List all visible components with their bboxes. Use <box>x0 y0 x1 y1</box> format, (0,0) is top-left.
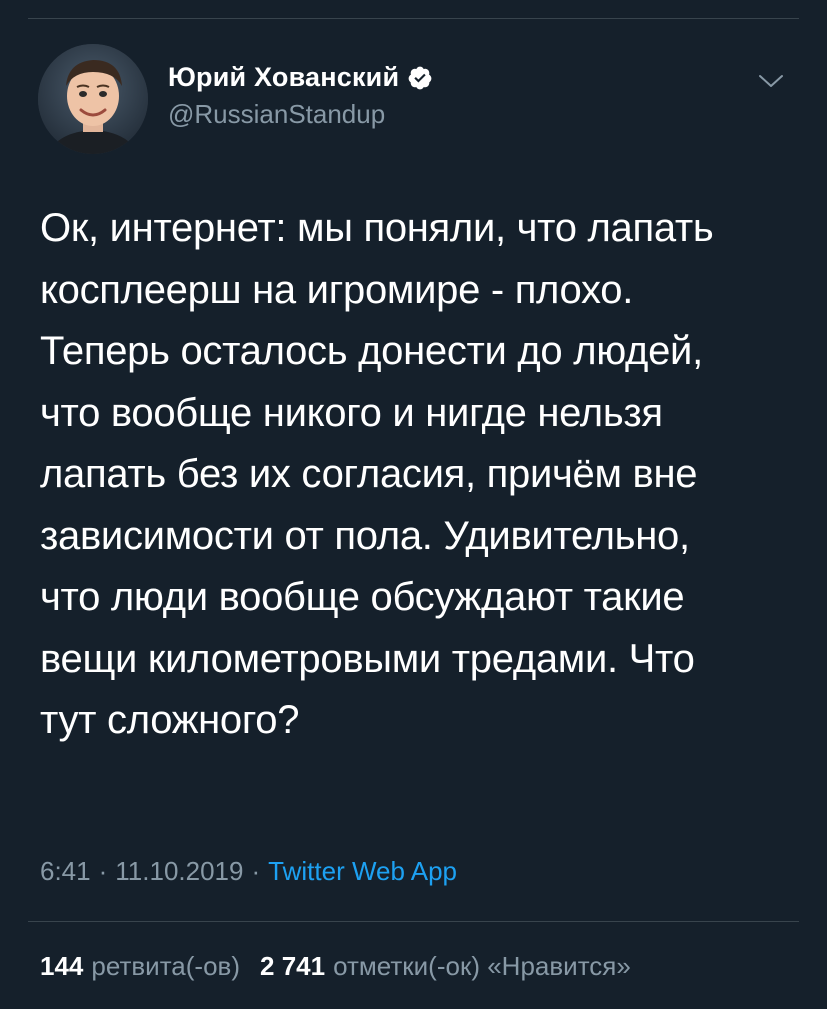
display-name[interactable]: Юрий Хованский <box>168 62 399 93</box>
tweet-text: Ок, интернет: мы поняли, что лапать косп… <box>40 206 714 742</box>
chevron-down-icon[interactable] <box>757 72 785 90</box>
tweet-time[interactable]: 6:41 <box>40 856 91 887</box>
tweet-date[interactable]: 11.10.2019 <box>115 856 243 887</box>
meta-separator: · <box>98 856 108 886</box>
tweet-header: Юрий Хованский @RussianStandup <box>38 44 789 154</box>
name-row: Юрий Хованский <box>168 62 433 93</box>
retweet-count[interactable]: 144 <box>40 951 83 982</box>
avatar-image <box>38 44 148 154</box>
user-handle[interactable]: @RussianStandup <box>168 99 433 130</box>
avatar[interactable] <box>38 44 148 154</box>
top-divider <box>28 18 799 19</box>
meta-separator: · <box>251 856 261 886</box>
author-info: Юрий Хованский @RussianStandup <box>168 62 433 130</box>
stats-divider <box>28 921 799 922</box>
tweet-meta: 6:41 · 11.10.2019 · Twitter Web App <box>40 856 457 887</box>
tweet-stats: 144 ретвита(-ов) 2 741 отметки(-ок) «Нра… <box>40 951 631 982</box>
like-label[interactable]: отметки(-ок) «Нравится» <box>333 951 631 982</box>
verified-badge-icon <box>407 65 433 91</box>
retweet-label[interactable]: ретвита(-ов) <box>91 951 240 982</box>
like-count[interactable]: 2 741 <box>260 951 325 982</box>
tweet-source-link[interactable]: Twitter Web App <box>268 856 457 887</box>
